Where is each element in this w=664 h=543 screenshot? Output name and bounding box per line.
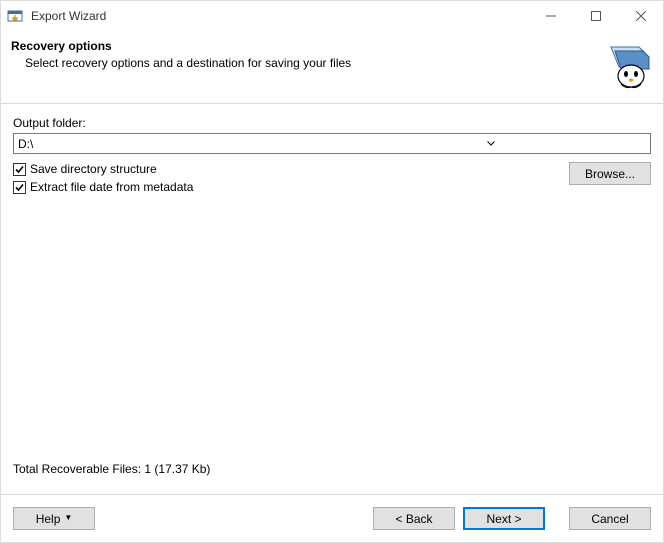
cancel-button[interactable]: Cancel bbox=[569, 507, 651, 530]
extract-file-date-checkbox[interactable]: Extract file date from metadata bbox=[13, 180, 569, 194]
chevron-down-icon bbox=[333, 134, 648, 153]
help-button[interactable]: Help ▼ bbox=[13, 507, 95, 530]
minimize-button[interactable] bbox=[528, 1, 573, 31]
footer: Help ▼ < Back Next > Cancel bbox=[1, 494, 663, 542]
save-directory-structure-label: Save directory structure bbox=[30, 162, 157, 176]
close-button[interactable] bbox=[618, 1, 663, 31]
output-folder-value: D:\ bbox=[18, 137, 333, 151]
output-folder-combo[interactable]: D:\ bbox=[13, 133, 651, 154]
window-title: Export Wizard bbox=[31, 9, 106, 23]
help-label: Help bbox=[36, 512, 61, 526]
back-button[interactable]: < Back bbox=[373, 507, 455, 530]
check-icon bbox=[13, 181, 26, 194]
maximize-button[interactable] bbox=[573, 1, 618, 31]
wizard-header: Recovery options Select recovery options… bbox=[1, 31, 663, 97]
caret-down-icon: ▼ bbox=[64, 513, 72, 522]
browse-button[interactable]: Browse... bbox=[569, 162, 651, 185]
status-text: Total Recoverable Files: 1 (17.37 Kb) bbox=[13, 462, 651, 476]
wizard-icon bbox=[601, 39, 651, 89]
header-title: Recovery options bbox=[11, 39, 593, 53]
header-divider bbox=[1, 103, 663, 104]
titlebar: Export Wizard bbox=[1, 1, 663, 31]
output-folder-label: Output folder: bbox=[13, 116, 651, 130]
app-icon bbox=[7, 8, 23, 24]
next-button[interactable]: Next > bbox=[463, 507, 545, 530]
extract-file-date-label: Extract file date from metadata bbox=[30, 180, 193, 194]
header-subtitle: Select recovery options and a destinatio… bbox=[11, 56, 593, 70]
save-directory-structure-checkbox[interactable]: Save directory structure bbox=[13, 162, 569, 176]
check-icon bbox=[13, 163, 26, 176]
